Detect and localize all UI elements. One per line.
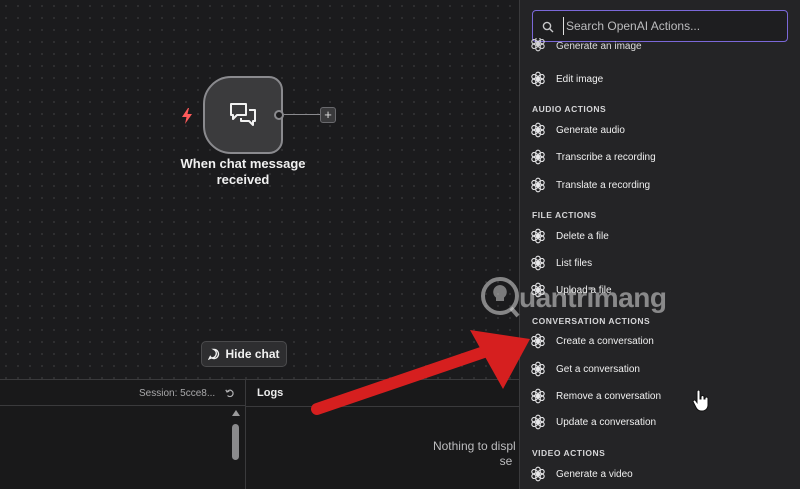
logs-title: Logs [257,387,284,399]
action-item-remove-conversation[interactable]: Remove a conversation [530,384,792,408]
action-item-delete-file[interactable]: Delete a file [530,224,792,248]
action-label: List files [556,257,593,269]
openai-icon [530,282,546,298]
openai-icon [530,333,546,349]
openai-icon [530,71,546,87]
session-bar: Session: 5cce8... [0,380,245,406]
action-label: Generate an image [556,41,642,52]
panel-divider[interactable] [245,380,246,489]
action-item-generate-image[interactable]: Generate an image [530,38,792,52]
openai-icon [530,388,546,404]
hand-cursor-icon [692,390,709,412]
action-label: Translate a recording [556,179,651,191]
trigger-bolt-icon [182,108,192,124]
action-item-update-conversation[interactable]: Update a conversation [530,410,792,434]
action-item-translate-recording[interactable]: Translate a recording [530,173,792,197]
action-item-generate-video[interactable]: Generate a video [530,462,792,486]
search-input[interactable] [563,17,779,35]
openai-icon [530,38,546,52]
hide-chat-label: Hide chat [225,347,280,361]
node-output-connector [284,114,320,115]
action-label: Generate a video [556,468,633,480]
action-item-generate-audio[interactable]: Generate audio [530,118,792,142]
openai-icon [530,255,546,271]
openai-icon [530,149,546,165]
trigger-node-label: When chat message received [180,156,306,187]
action-item-create-conversation[interactable]: Create a conversation [530,329,792,353]
openai-icon [530,361,546,377]
openai-icon [530,414,546,430]
action-label: Update a conversation [556,416,657,428]
openai-icon [530,466,546,482]
logs-header-divider [246,406,520,407]
chat-trigger-node[interactable] [203,76,283,154]
action-label: Generate audio [556,124,625,136]
chat-logs-panel: Session: 5cce8... Logs Nothing to displ … [0,379,579,489]
openai-icon [530,177,546,193]
action-item-edit-image[interactable]: Edit image [530,67,792,91]
action-label: Get a conversation [556,363,640,375]
action-item-list-files[interactable]: List files [530,251,792,275]
action-item-upload-file[interactable]: Upload a file [530,278,792,302]
action-label: Remove a conversation [556,390,662,402]
section-heading-video: VIDEO ACTIONS [532,448,606,458]
action-label: Create a conversation [556,335,654,347]
openai-icon [530,228,546,244]
action-label: Transcribe a recording [556,151,656,163]
openai-actions-panel: Generate an image Edit image AUDIO ACTIO… [519,0,800,489]
openai-icon [530,122,546,138]
hide-chat-button[interactable]: Hide chat [201,341,287,367]
chat-bubbles-icon [230,103,256,126]
scroll-up-arrow[interactable] [232,410,240,416]
node-output-handle[interactable] [274,110,284,120]
action-item-get-conversation[interactable]: Get a conversation [530,357,792,381]
chat-icon [208,348,220,360]
lightbulb-logo-icon [481,277,520,318]
scrollbar-thumb[interactable] [232,424,239,460]
section-heading-audio: AUDIO ACTIONS [532,104,607,114]
action-item-transcribe-recording[interactable]: Transcribe a recording [530,145,792,169]
add-node-button[interactable]: + [320,107,336,123]
session-id: Session: 5cce8... [139,388,216,399]
section-heading-conversation: CONVERSATION ACTIONS [532,316,651,326]
reset-session-icon[interactable] [225,388,235,398]
section-heading-file: FILE ACTIONS [532,210,597,220]
action-label: Edit image [556,73,604,85]
action-label: Delete a file [556,230,609,242]
action-label: Upload a file [556,284,612,296]
search-icon [542,21,554,33]
